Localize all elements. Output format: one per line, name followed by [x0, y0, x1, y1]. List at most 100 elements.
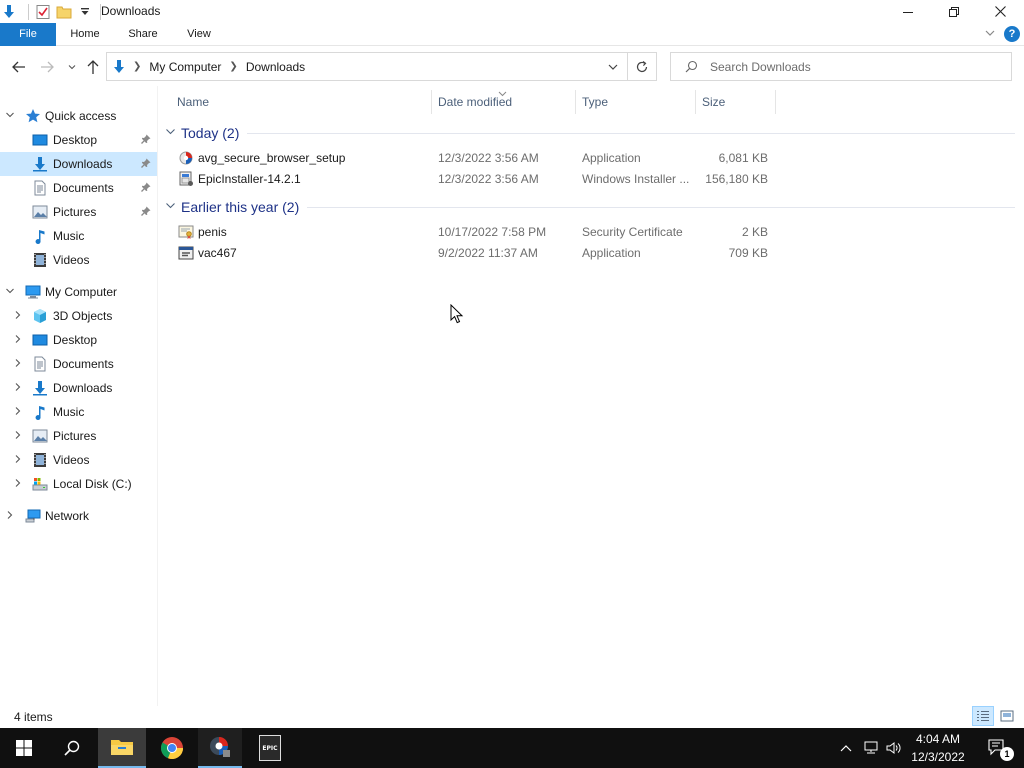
group-header-earlier-this-year[interactable]: Earlier this year (2): [165, 197, 1015, 217]
minimize-button[interactable]: [885, 0, 931, 23]
properties-icon[interactable]: [35, 4, 51, 20]
desktop-icon: [32, 332, 48, 348]
nav-network[interactable]: Network: [0, 504, 157, 528]
nav-qa-downloads[interactable]: Downloads: [0, 152, 157, 176]
large-icons-view-button[interactable]: [996, 706, 1018, 726]
nav-qa-music[interactable]: Music: [0, 224, 157, 248]
file-row[interactable]: penis 10/17/2022 7:58 PM Security Certif…: [170, 222, 780, 243]
address-bar[interactable]: ❯ My Computer ❯ Downloads: [106, 52, 628, 81]
taskbar-chrome[interactable]: [148, 728, 196, 768]
expand-chevron-icon[interactable]: [12, 310, 24, 323]
up-button[interactable]: [84, 58, 102, 76]
expand-chevron-icon[interactable]: [12, 406, 24, 419]
file-type: Security Certificate: [582, 225, 683, 239]
breadcrumb-separator-icon: ❯: [229, 61, 238, 72]
details-view-button[interactable]: [972, 706, 994, 726]
videos-icon: [32, 252, 48, 268]
refresh-button[interactable]: [628, 52, 657, 81]
file-name: EpicInstaller-14.2.1: [198, 172, 301, 186]
nav-my-computer[interactable]: My Computer: [0, 280, 157, 304]
desktop-icon: [32, 132, 48, 148]
nav-qa-pictures[interactable]: Pictures: [0, 200, 157, 224]
show-hidden-icons-button[interactable]: [836, 728, 856, 768]
recent-locations-button[interactable]: [63, 58, 81, 76]
expand-chevron-icon[interactable]: [4, 510, 16, 523]
forward-button[interactable]: [38, 58, 56, 76]
documents-icon: [32, 356, 48, 372]
nav-pc-downloads[interactable]: Downloads: [0, 376, 157, 400]
nav-pc-local-disk[interactable]: Local Disk (C:): [0, 472, 157, 496]
tab-home[interactable]: Home: [58, 23, 112, 46]
epic-logo-text: EPIC: [262, 744, 278, 752]
help-button[interactable]: ?: [1004, 26, 1020, 42]
taskbar-file-explorer[interactable]: [98, 728, 146, 768]
nav-label: Documents: [53, 357, 114, 371]
taskbar-avg-installer[interactable]: [198, 728, 242, 768]
column-header-type[interactable]: Type: [576, 90, 696, 114]
breadcrumb-downloads[interactable]: Downloads: [246, 60, 305, 74]
tab-file[interactable]: File: [0, 23, 56, 46]
expand-chevron-icon[interactable]: [12, 358, 24, 371]
title-bar: Downloads: [0, 0, 1024, 23]
column-header-date-modified[interactable]: Date modified: [432, 90, 576, 114]
taskbar-clock[interactable]: 4:04 AM 12/3/2022: [900, 730, 976, 766]
file-row[interactable]: avg_secure_browser_setup 12/3/2022 3:56 …: [170, 148, 780, 169]
start-button[interactable]: [0, 728, 48, 768]
group-collapse-icon[interactable]: [165, 126, 181, 140]
column-header-name[interactable]: Name: [171, 90, 432, 114]
network-tray-button[interactable]: [860, 728, 882, 768]
new-folder-icon[interactable]: [56, 4, 72, 20]
tab-share[interactable]: Share: [116, 23, 170, 46]
file-row[interactable]: vac467 9/2/2022 11:37 AM Application 709…: [170, 243, 780, 264]
expand-chevron-icon[interactable]: [12, 382, 24, 395]
downloads-icon: [32, 380, 48, 396]
expand-chevron-icon[interactable]: [12, 454, 24, 467]
pane-divider: [157, 86, 158, 706]
collapse-chevron-icon[interactable]: [4, 286, 16, 299]
file-name: avg_secure_browser_setup: [198, 151, 346, 165]
search-box[interactable]: [670, 52, 1012, 81]
expand-chevron-icon[interactable]: [12, 478, 24, 491]
nav-quick-access[interactable]: Quick access: [0, 104, 157, 128]
music-icon: [32, 404, 48, 420]
mouse-cursor-icon: [450, 303, 464, 327]
search-input[interactable]: [710, 59, 990, 74]
downloads-folder-icon: [1, 4, 17, 20]
nav-pc-documents[interactable]: Documents: [0, 352, 157, 376]
nav-pc-pictures[interactable]: Pictures: [0, 424, 157, 448]
group-collapse-icon[interactable]: [165, 200, 181, 214]
nav-qa-desktop[interactable]: Desktop: [0, 128, 157, 152]
pin-icon: [141, 134, 151, 147]
close-button[interactable]: [977, 0, 1023, 23]
taskbar-epic-games[interactable]: EPIC: [248, 728, 292, 768]
nav-label: Pictures: [53, 429, 97, 443]
expand-ribbon-icon[interactable]: [984, 27, 996, 42]
address-history-dropdown-icon[interactable]: [607, 61, 619, 73]
pin-icon: [141, 182, 151, 195]
network-icon: [25, 508, 41, 524]
collapse-chevron-icon[interactable]: [4, 110, 16, 123]
navigation-row: ❯ My Computer ❯ Downloads: [0, 46, 1024, 86]
back-button[interactable]: [10, 58, 28, 76]
view-toggle: [972, 706, 1018, 726]
expand-chevron-icon[interactable]: [12, 334, 24, 347]
column-header-size[interactable]: Size: [696, 90, 776, 114]
nav-pc-desktop[interactable]: Desktop: [0, 328, 157, 352]
expand-chevron-icon[interactable]: [12, 430, 24, 443]
application-icon: [178, 245, 194, 261]
nav-pc-3d-objects[interactable]: 3D Objects: [0, 304, 157, 328]
tab-view[interactable]: View: [172, 23, 226, 46]
nav-pc-music[interactable]: Music: [0, 400, 157, 424]
file-row[interactable]: EpicInstaller-14.2.1 12/3/2022 3:56 AM W…: [170, 169, 780, 190]
group-header-today[interactable]: Today (2): [165, 123, 1015, 143]
action-center-button[interactable]: 1: [980, 728, 1016, 768]
nav-pc-videos[interactable]: Videos: [0, 448, 157, 472]
taskbar-search-button[interactable]: [48, 728, 96, 768]
restore-button[interactable]: [931, 0, 977, 23]
customize-qat-icon[interactable]: [77, 4, 93, 20]
nav-qa-videos[interactable]: Videos: [0, 248, 157, 272]
nav-label: My Computer: [45, 285, 118, 299]
nav-qa-documents[interactable]: Documents: [0, 176, 157, 200]
breadcrumb-my-computer[interactable]: My Computer: [149, 60, 221, 74]
ribbon-tabs: File Home Share View ?: [0, 23, 1024, 46]
